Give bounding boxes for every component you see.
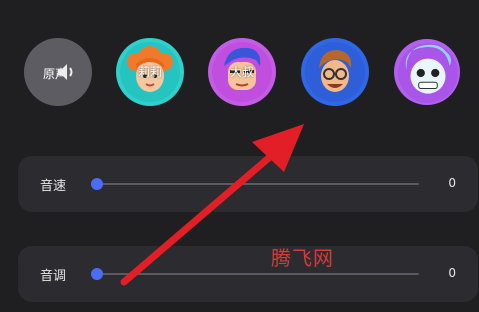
glasses-man-avatar-icon [305, 42, 365, 102]
speed-value: 0 [448, 176, 456, 190]
voice-label-dashu: 大叔 [229, 65, 254, 79]
speed-label: 音速 [40, 179, 67, 194]
pitch-slider-thumb[interactable] [91, 268, 103, 280]
voice-label-lili: 莉莉 [137, 65, 162, 79]
voice-option-glasses[interactable] [301, 38, 369, 106]
pitch-slider-card: 音调 0 [18, 246, 478, 302]
pitch-slider-track[interactable] [96, 273, 419, 275]
speaker-icon [58, 64, 73, 80]
speed-slider-card: 音速 0 [18, 156, 478, 212]
pitch-value: 0 [448, 266, 456, 280]
voice-selector: 原声 莉莉 大叔 [0, 38, 479, 106]
cartoon-avatar-icon [398, 43, 458, 103]
pitch-label: 音调 [40, 269, 67, 284]
voice-option-dashu[interactable]: 大叔 [208, 38, 276, 106]
voice-option-lili[interactable]: 莉莉 [116, 38, 184, 106]
speed-slider-track[interactable] [96, 183, 419, 185]
voice-option-cartoon[interactable] [394, 39, 460, 105]
speed-slider-thumb[interactable] [91, 178, 103, 190]
watermark-text: 腾飞网 [271, 246, 334, 270]
voice-option-original[interactable]: 原声 [24, 38, 92, 106]
